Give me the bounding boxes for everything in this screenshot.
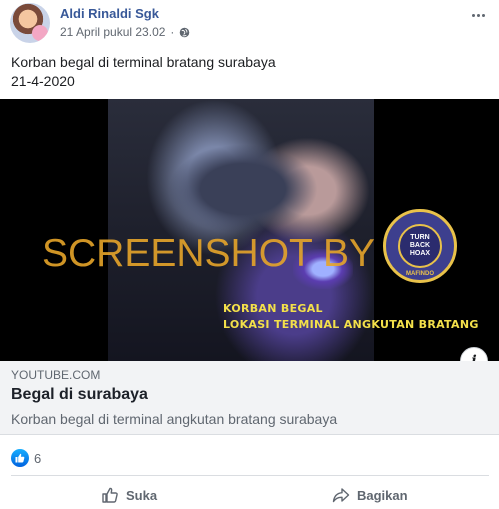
link-description: Korban begal di terminal angkutan bratan… [11,411,338,427]
turnbackhoax-logo: TURN BACK HOAX MAFINDO [383,209,457,283]
video-player[interactable]: KORBAN BEGAL LOKASI TERMINAL ANGKUTAN BR… [0,99,499,361]
post-text: Korban begal di terminal bratang surabay… [11,53,276,91]
post-text-line: Korban begal di terminal bratang surabay… [11,54,276,70]
logo-text: BACK [409,242,431,249]
globe-icon [180,27,190,37]
more-options-button[interactable] [466,5,490,25]
like-button[interactable]: Suka [101,482,157,508]
post-header: Aldi Rinaldi Sgk 21 April pukul 23.02 · [10,3,490,43]
facebook-post: Aldi Rinaldi Sgk 21 April pukul 23.02 · … [0,0,499,509]
logo-text: HOAX [409,250,431,257]
logo-center: TURN BACK HOAX [398,224,442,268]
video-subject [168,144,318,234]
screenshot-watermark: SCREENSHOT BY [42,232,376,275]
reaction-summary[interactable]: 6 [11,449,41,467]
thumbs-up-icon [15,453,25,463]
link-title[interactable]: Begal di surabaya [11,386,148,404]
like-icon [11,449,29,467]
share-button[interactable]: Bagikan [332,482,408,508]
info-button[interactable]: i [460,347,488,361]
action-bar: Suka Bagikan [0,482,499,508]
divider [11,475,489,476]
dot-icon [481,13,485,17]
post-meta: 21 April pukul 23.02 · [60,25,190,39]
link-domain: YOUTUBE.COM [11,368,101,382]
meta-separator: · [170,25,175,39]
link-preview[interactable]: YOUTUBE.COM Begal di surabaya Korban beg… [0,361,499,435]
video-caption-line: KORBAN BEGAL [223,302,323,315]
thumbs-up-icon [102,487,118,503]
dot-icon [476,13,480,17]
dot-icon [471,13,475,17]
reaction-count[interactable]: 6 [34,451,41,466]
post-date-line: 21-4-2020 [11,73,75,89]
post-timestamp[interactable]: 21 April pukul 23.02 [60,25,165,39]
author-name[interactable]: Aldi Rinaldi Sgk [60,6,159,21]
video-caption-line: LOKASI TERMINAL ANGKUTAN BRATANG [223,318,479,331]
video-frame: KORBAN BEGAL LOKASI TERMINAL ANGKUTAN BR… [108,99,478,361]
share-arrow-icon [332,488,350,503]
logo-text: TURN [410,234,430,241]
logo-label: MAFINDO [406,271,434,277]
like-label: Suka [126,487,158,503]
share-label: Bagikan [357,487,408,503]
author-avatar[interactable] [10,3,50,43]
